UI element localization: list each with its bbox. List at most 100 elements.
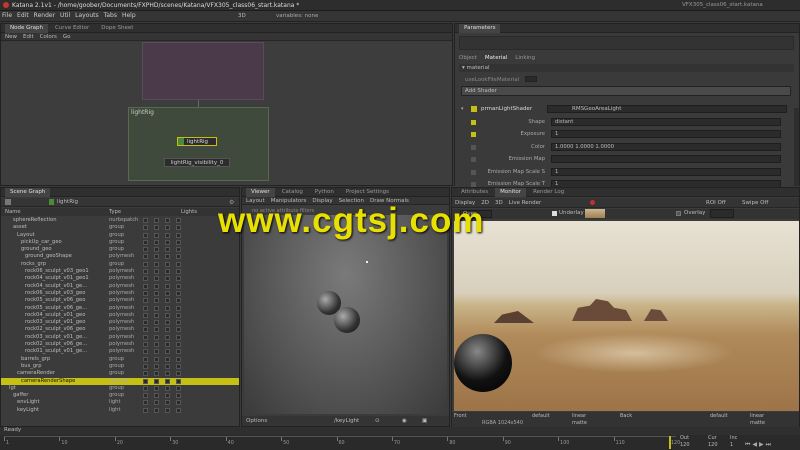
row-toggle[interactable]	[176, 269, 181, 275]
row-toggle[interactable]	[165, 342, 170, 348]
scene-graph-row[interactable]: asset group	[1, 224, 239, 231]
row-toggle[interactable]	[176, 312, 181, 318]
row-toggle[interactable]	[176, 290, 181, 296]
menu-layouts[interactable]: Layouts	[75, 12, 99, 19]
row-toggle[interactable]	[165, 327, 170, 333]
row-toggle[interactable]	[154, 378, 159, 384]
scene-graph-row[interactable]: gaffer group	[1, 392, 239, 399]
scene-graph-row[interactable]: bus_grp group	[1, 363, 239, 370]
shader-state-icon[interactable]	[471, 106, 477, 112]
light-locator[interactable]	[366, 261, 368, 263]
row-toggle[interactable]	[154, 327, 159, 333]
row-toggle[interactable]	[165, 218, 170, 223]
row-toggle[interactable]	[143, 298, 148, 304]
scene-graph-row[interactable]: ground_geo group	[1, 246, 239, 253]
row-toggle[interactable]	[165, 363, 170, 369]
row-toggle[interactable]	[143, 261, 148, 267]
row-toggle[interactable]	[165, 225, 170, 231]
scene-graph-row[interactable]: cameraRender group	[1, 370, 239, 377]
cur-field[interactable]: 120	[708, 442, 718, 448]
row-toggle[interactable]	[143, 276, 148, 282]
ng-menu-colors[interactable]: Colors	[40, 33, 57, 40]
header-type[interactable]: Type	[109, 208, 121, 216]
row-toggle[interactable]	[154, 254, 159, 260]
row-toggle[interactable]	[154, 371, 159, 377]
header-name[interactable]: Name	[5, 208, 21, 216]
header-lights[interactable]: Lights	[181, 208, 197, 216]
scene-graph-row[interactable]: rock03_sculpt_v01_geo polymesh	[1, 319, 239, 326]
tab-catalog[interactable]: Catalog	[277, 188, 308, 197]
playback-button-icon[interactable]: ⏭	[766, 441, 771, 449]
row-toggle[interactable]	[154, 232, 159, 238]
param-value-field[interactable]: 1.0000 1.0000 1.0000	[551, 142, 781, 151]
row-toggle[interactable]	[176, 400, 181, 406]
tab-python[interactable]: Python	[310, 188, 339, 197]
param-value-field[interactable]: 1	[551, 167, 781, 176]
scene-graph-row[interactable]: barrels_grp group	[1, 356, 239, 363]
row-toggle[interactable]	[176, 232, 181, 238]
matte-dropdown[interactable]: matte	[572, 420, 587, 426]
pin-icon[interactable]	[5, 199, 11, 205]
row-toggle[interactable]	[154, 290, 159, 296]
overlay-checkbox[interactable]	[676, 211, 681, 216]
row-toggle[interactable]	[176, 261, 181, 267]
row-toggle[interactable]	[143, 407, 148, 413]
scene-graph-row[interactable]: rock06_sculpt_v03_geo polymesh	[1, 290, 239, 297]
params-tab-material[interactable]: Material	[485, 55, 507, 61]
row-toggle[interactable]	[154, 276, 159, 282]
monitor-menu-live-render[interactable]: Live Render	[509, 200, 542, 206]
scene-graph-row[interactable]: envLight light	[1, 399, 239, 406]
row-toggle[interactable]	[154, 407, 159, 413]
row-toggle[interactable]	[143, 239, 148, 245]
row-toggle[interactable]	[176, 407, 181, 413]
row-toggle[interactable]	[143, 349, 148, 355]
row-toggle[interactable]	[143, 254, 148, 260]
row-toggle[interactable]	[154, 298, 159, 304]
row-toggle[interactable]	[176, 305, 181, 311]
row-toggle[interactable]	[154, 247, 159, 253]
scene-graph-row[interactable]: rock03_sculpt_v01_ge... polymesh	[1, 334, 239, 341]
tab-parameters[interactable]: Parameters	[459, 24, 501, 33]
out-field[interactable]: 120	[680, 442, 690, 448]
playback-button-icon[interactable]: ◀	[752, 441, 757, 449]
row-toggle[interactable]	[165, 393, 170, 399]
row-toggle[interactable]	[143, 393, 148, 399]
row-toggle[interactable]	[154, 269, 159, 275]
viewport[interactable]	[244, 215, 447, 414]
row-toggle[interactable]	[176, 334, 181, 340]
scene-graph-row[interactable]: rock06_sculpt_v03_geo1 polymesh	[1, 268, 239, 275]
scene-graph-row[interactable]: rock04_sculpt_v01_geo1 polymesh	[1, 275, 239, 282]
params-tab-linking[interactable]: Linking	[515, 55, 535, 61]
row-toggle[interactable]	[176, 342, 181, 348]
scene-graph-row[interactable]: sphereReflection nurbspatch	[1, 217, 239, 224]
row-toggle[interactable]	[176, 254, 181, 260]
tab-dope-sheet[interactable]: Dope Sheet	[96, 24, 138, 33]
row-toggle[interactable]	[165, 378, 170, 384]
ng-menu-new[interactable]: New	[5, 33, 17, 40]
colorspace-dropdown-2[interactable]: linear	[750, 413, 764, 419]
grid-icon[interactable]: ▣	[422, 418, 427, 424]
row-toggle[interactable]	[165, 400, 170, 406]
row-toggle[interactable]	[143, 356, 148, 362]
row-toggle[interactable]	[143, 290, 148, 296]
params-tab-object[interactable]: Object	[459, 55, 477, 61]
ng-menu-edit[interactable]: Edit	[23, 33, 34, 40]
menu-file[interactable]: File	[2, 12, 12, 19]
row-toggle[interactable]	[143, 232, 148, 238]
row-toggle[interactable]	[154, 261, 159, 267]
scene-graph-row[interactable]: ground_geoShape polymesh	[1, 253, 239, 260]
scene-graph-row[interactable]: rocks_grp group	[1, 261, 239, 268]
row-toggle[interactable]	[165, 349, 170, 355]
row-toggle[interactable]	[165, 261, 170, 267]
row-toggle[interactable]	[176, 378, 181, 384]
row-toggle[interactable]	[176, 385, 181, 391]
row-toggle[interactable]	[165, 239, 170, 245]
menu-render[interactable]: Render	[34, 12, 55, 19]
param-state-icon[interactable]	[471, 169, 476, 175]
param-state-icon[interactable]	[471, 144, 476, 150]
timeline-track[interactable]: 1 10 20 30 40 50 60 70 80 90 100 110 120	[4, 436, 680, 449]
row-toggle[interactable]	[176, 363, 181, 369]
row-toggle[interactable]	[176, 371, 181, 377]
menu-util[interactable]: Util	[60, 12, 70, 19]
tab-render-log[interactable]: Render Log	[528, 188, 569, 197]
